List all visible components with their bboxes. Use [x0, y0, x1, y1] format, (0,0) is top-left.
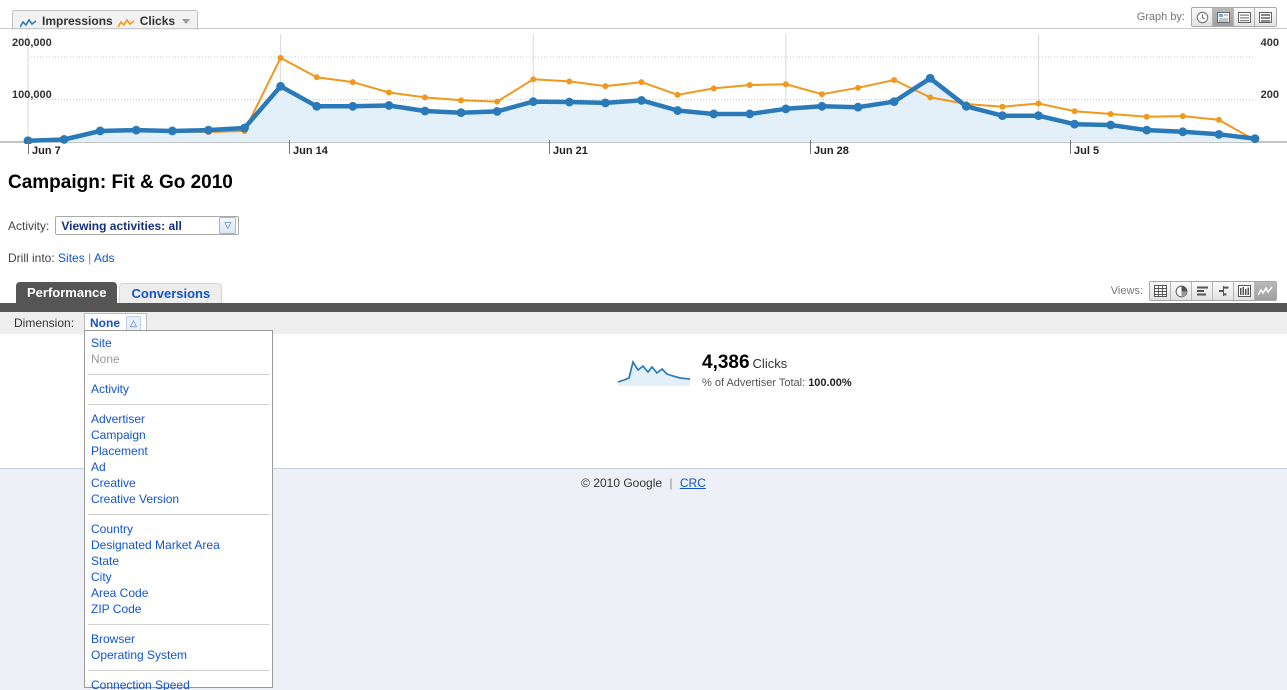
pie-chart-icon[interactable] — [1171, 282, 1192, 300]
dimension-menu-item-designated-market-area[interactable]: Designated Market Area — [85, 537, 272, 553]
sparkline-orange-icon — [117, 17, 135, 27]
activity-select-value: Viewing activities: all — [61, 218, 182, 233]
legend-divider — [0, 28, 1287, 29]
dimension-label: Dimension: — [14, 316, 75, 330]
select-arrow-icon: ▽ — [219, 217, 237, 234]
tab-performance[interactable]: Performance — [16, 282, 118, 303]
metric-sparkline-icon — [618, 359, 690, 386]
views-control: Views: — [1111, 281, 1277, 301]
metric-clicks: 4,386 Clicks % of Advertiser Total: 100.0… — [618, 352, 852, 389]
tab-underline-bar — [0, 303, 1287, 312]
dimension-menu-item-browser[interactable]: Browser — [85, 631, 272, 647]
dimension-menu-item-campaign[interactable]: Campaign — [85, 427, 272, 443]
views-button-group — [1149, 281, 1277, 301]
metric-legend-tab[interactable]: Impressions Clicks — [12, 10, 199, 30]
drill-separator: | — [88, 251, 92, 265]
graph-by-label: Graph by: — [1136, 11, 1185, 23]
clock-icon[interactable] — [1192, 8, 1213, 26]
footer-separator: | — [669, 476, 673, 490]
dimension-menu-item-ad[interactable]: Ad — [85, 459, 272, 475]
dimension-menu-item-creative[interactable]: Creative — [85, 475, 272, 491]
timeseries-chart[interactable] — [0, 32, 1287, 144]
metric-value: 4,386 — [702, 352, 750, 373]
dimension-dropdown-menu[interactable]: Site None Activity Advertiser Campaign Placem… — [84, 330, 273, 690]
comparison-icon[interactable] — [1213, 282, 1234, 300]
dimension-menu-separator — [88, 624, 269, 625]
dimension-menu-item-operating-system[interactable]: Operating System — [85, 647, 272, 663]
dimension-menu-item-zip-code[interactable]: ZIP Code — [85, 601, 272, 617]
metric-headline: 4,386 Clicks — [702, 352, 852, 374]
app-root: Impressions Clicks Graph by: 200,000 100… — [0, 0, 1287, 690]
graph-by-control: Graph by: — [1137, 7, 1277, 27]
sparkline-blue-icon — [19, 17, 37, 27]
chart-canvas — [0, 34, 1287, 144]
dimension-menu-separator — [88, 670, 269, 671]
views-label: Views: — [1110, 285, 1143, 297]
day-lines-icon[interactable] — [1213, 8, 1234, 26]
table-grid-icon[interactable] — [1150, 282, 1171, 300]
metric-unit: Clicks — [752, 356, 788, 371]
caret-down-icon[interactable] — [182, 18, 191, 24]
x-tick-jun-14: Jun 14 — [293, 145, 328, 157]
metric-text: 4,386 Clicks % of Advertiser Total: 100.0… — [702, 352, 852, 389]
y-right-tick-400: 400 — [1260, 37, 1279, 49]
week-lines-icon[interactable] — [1234, 8, 1255, 26]
dimension-menu-item-site[interactable]: Site — [85, 335, 272, 351]
drill-link-ads[interactable]: Ads — [94, 251, 115, 265]
dimension-menu-item-country[interactable]: Country — [85, 521, 272, 537]
activity-filter-row: Activity: Viewing activities: all ▽ — [8, 216, 240, 235]
tab-conversions[interactable]: Conversions — [119, 283, 223, 303]
dimension-menu-separator — [88, 374, 269, 375]
section-tabs: Performance Conversions — [16, 282, 224, 303]
legend-clicks-label: Clicks — [139, 14, 176, 28]
legend-impressions-label: Impressions — [42, 14, 113, 28]
dimension-menu-separator — [88, 514, 269, 515]
graph-by-button-group — [1191, 7, 1277, 27]
dimension-menu-item-connection-speed[interactable]: Connection Speed — [85, 677, 272, 690]
metric-subtext: % of Advertiser Total: 100.00% — [702, 377, 852, 389]
drill-into-label: Drill into: — [8, 251, 55, 265]
x-tick-jul-5: Jul 5 — [1074, 145, 1100, 157]
dimension-selected-value: None — [90, 316, 120, 330]
page-title: Campaign: Fit & Go 2010 — [8, 172, 233, 193]
x-tick-jun-21: Jun 21 — [553, 145, 588, 157]
footer-copyright: © 2010 Google — [581, 476, 663, 490]
columns-chart-icon[interactable] — [1234, 282, 1255, 300]
chevron-up-icon: △ — [126, 315, 141, 331]
dimension-menu-item-area-code[interactable]: Area Code — [85, 585, 272, 601]
y-right-tick-200: 200 — [1260, 89, 1279, 101]
dimension-menu-item-creative-version[interactable]: Creative Version — [85, 491, 272, 507]
x-tick-jun-7: Jun 7 — [32, 145, 61, 157]
dimension-menu-separator — [88, 404, 269, 405]
dimension-menu-item-none: None — [91, 352, 120, 366]
dimension-menu-item-state[interactable]: State — [85, 553, 272, 569]
dimension-menu-item-activity[interactable]: Activity — [85, 381, 272, 397]
dimension-menu-item-city[interactable]: City — [85, 569, 272, 585]
line-chart-icon[interactable] — [1255, 282, 1276, 300]
metric-sub-value: 100.00% — [808, 377, 852, 389]
x-tick-jun-28: Jun 28 — [814, 145, 849, 157]
drill-into-row: Drill into: Sites | Ads — [8, 251, 115, 265]
footer-link-crc[interactable]: CRC — [680, 476, 706, 490]
bar-chart-icon[interactable] — [1192, 282, 1213, 300]
dimension-menu-item-advertiser[interactable]: Advertiser — [85, 411, 272, 427]
y-left-tick-200000: 200,000 — [12, 37, 52, 49]
graph-panel: Impressions Clicks Graph by: 200,000 100… — [0, 0, 1287, 160]
activity-label: Activity: — [8, 218, 50, 233]
drill-link-sites[interactable]: Sites — [58, 251, 85, 265]
y-left-tick-100000: 100,000 — [12, 89, 52, 101]
activity-select[interactable]: Viewing activities: all ▽ — [55, 216, 240, 235]
dimension-menu-item-placement[interactable]: Placement — [85, 443, 272, 459]
month-lines-icon[interactable] — [1255, 8, 1276, 26]
metric-sub-label: % of Advertiser Total: — [702, 377, 806, 389]
